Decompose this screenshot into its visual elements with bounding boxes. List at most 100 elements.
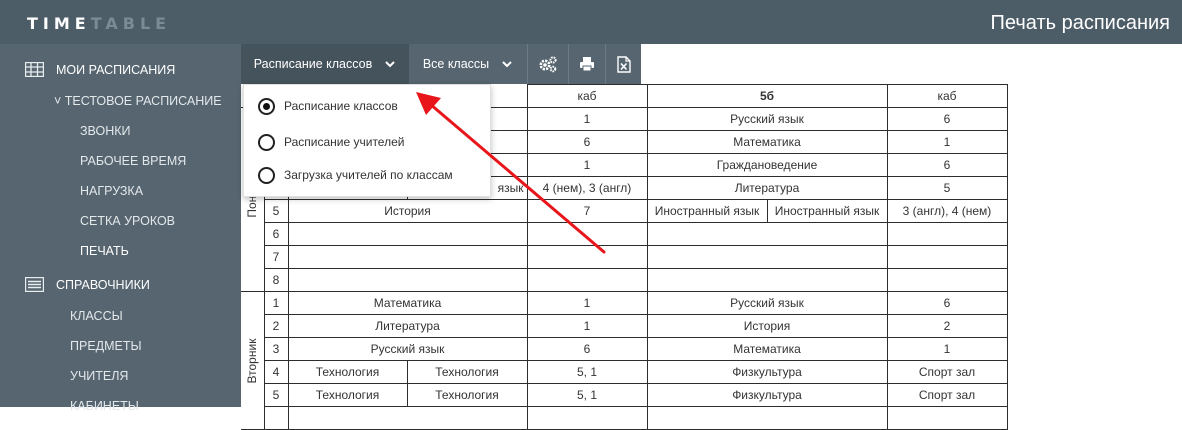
- room-cell: 6: [526, 130, 648, 154]
- subject-cell: Технология: [287, 360, 408, 384]
- sidebar-item-bells[interactable]: ЗВОНКИ: [80, 124, 131, 150]
- subject-cell: Русский язык: [646, 291, 888, 315]
- table-row: Вторник 1 Математика 1 Русский язык 6: [241, 291, 1008, 430]
- radio-icon[interactable]: [258, 133, 275, 151]
- chevron-down-icon: [502, 61, 512, 68]
- room-cell: 5, 1: [526, 383, 648, 407]
- export-excel-button[interactable]: [606, 44, 641, 84]
- subject-cell: Русский язык: [287, 337, 528, 361]
- menu-option-class-schedule[interactable]: Расписание классов: [258, 95, 398, 117]
- sidebar-item-teachers[interactable]: УЧИТЕЛЯ: [70, 369, 128, 395]
- room-cell: 6: [886, 153, 1008, 177]
- sidebar-item-print[interactable]: ПЕЧАТЬ: [80, 244, 129, 270]
- room-cell: 1: [886, 130, 1008, 154]
- view-type-label: Расписание классов: [253, 57, 373, 71]
- room-cell: 6: [886, 107, 1008, 131]
- lesson-number: 5: [263, 383, 289, 407]
- subject-cell: Математика: [287, 291, 528, 315]
- sidebar-section-label: СПРАВОЧНИКИ: [56, 278, 150, 292]
- subject-cell: Иностранный язык: [766, 199, 888, 223]
- table-row: 8: [241, 268, 1008, 292]
- logo-text-dim: TABLE: [90, 14, 172, 33]
- table-row: 3 Русский язык 6 Математика 1: [241, 337, 1008, 361]
- subject-cell: Граждановедение: [646, 153, 888, 177]
- sidebar-section-references[interactable]: СПРАВОЧНИКИ: [0, 270, 241, 300]
- print-button[interactable]: [569, 44, 605, 84]
- sidebar-item-test-schedule[interactable]: ˅ ТЕСТОВОЕ РАСПИСАНИЕ: [54, 94, 222, 120]
- subject-cell: Технология: [287, 383, 408, 407]
- menu-option-teacher-schedule[interactable]: Расписание учителей: [258, 131, 404, 153]
- subject-cell: История: [287, 199, 528, 223]
- page-title: Печать расписания: [990, 12, 1171, 34]
- sidebar-item-rooms[interactable]: КАБИНЕТЫ: [70, 399, 139, 425]
- menu-option-label: Расписание классов: [284, 99, 398, 113]
- excel-file-icon: [616, 55, 631, 73]
- table-row: 2 Литература 1 История 2: [241, 314, 1008, 338]
- settings-button[interactable]: [528, 44, 568, 84]
- chevron-down-icon: [385, 61, 395, 68]
- radio-icon[interactable]: [258, 166, 275, 184]
- class-filter-dropdown[interactable]: Все классы: [409, 44, 527, 84]
- room-cell: 1: [886, 337, 1008, 361]
- sidebar-section-label: МОИ РАСПИСАНИЯ: [56, 63, 176, 77]
- subject-cell: Технология: [406, 383, 528, 407]
- lesson-number: 3: [263, 337, 289, 361]
- subject-cell: Технология: [406, 360, 528, 384]
- room-cell: 1: [526, 107, 648, 131]
- room-cell: 2: [886, 314, 1008, 338]
- class-filter-label: Все классы: [422, 57, 490, 71]
- table-row: 7: [241, 245, 1008, 269]
- sidebar-item-load[interactable]: НАГРУЗКА: [80, 184, 143, 210]
- table-row: 6: [241, 222, 1008, 246]
- lesson-number: 4: [263, 360, 289, 384]
- table-row: 5 История 7 Иностранный язык Иностранный…: [241, 199, 1008, 223]
- lesson-number: 5: [263, 199, 289, 223]
- app-logo[interactable]: TIMETABLE: [27, 14, 171, 33]
- sidebar-item-working-time[interactable]: РАБОЧЕЕ ВРЕМЯ: [80, 154, 186, 180]
- print-toolbar: Расписание классов Все классы: [241, 44, 1182, 84]
- subject-cell: Физкультура: [646, 383, 888, 407]
- sidebar-section-my-schedules[interactable]: МОИ РАСПИСАНИЯ: [0, 55, 241, 85]
- room-cell: 3 (англ), 4 (нем): [886, 199, 1008, 223]
- room-cell: Спорт зал: [886, 360, 1008, 384]
- lesson-number: 7: [263, 245, 289, 269]
- gears-icon: [539, 56, 557, 73]
- room-cell: 6: [526, 337, 648, 361]
- radio-selected-icon[interactable]: [258, 97, 275, 115]
- room-cell: 5: [886, 176, 1008, 200]
- menu-option-label: Загрузка учителей по классам: [284, 168, 453, 182]
- lesson-number: 6: [263, 222, 289, 246]
- subject-cell: История: [646, 314, 888, 338]
- subject-cell: Литература: [646, 176, 888, 200]
- sidebar: МОИ РАСПИСАНИЯ ˅ ТЕСТОВОЕ РАСПИСАНИЕ ЗВО…: [0, 44, 241, 413]
- room-cell: 1: [526, 153, 648, 177]
- subject-cell: Иностранный язык: [646, 199, 768, 223]
- room-cell: 4 (нем), 3 (англ): [526, 176, 648, 200]
- lesson-number: 2: [263, 314, 289, 338]
- menu-option-label: Расписание учителей: [284, 135, 405, 149]
- room-cell: Спорт зал: [886, 383, 1008, 407]
- table-row: 5 Технология Технология 5, 1 Физкультура…: [241, 383, 1008, 407]
- logo-text-bright: TIME: [27, 14, 91, 33]
- printer-icon: [580, 57, 594, 72]
- menu-option-teacher-load[interactable]: Загрузка учителей по классам: [258, 164, 453, 186]
- lesson-number: 8: [263, 268, 289, 292]
- day-label-cell: Вторник: [241, 291, 265, 430]
- table-header-class-name: 5б: [646, 84, 888, 108]
- table-header-cell: каб: [526, 84, 648, 108]
- subject-cell: Математика: [646, 337, 888, 361]
- room-cell: 1: [526, 291, 648, 315]
- room-cell: 7: [526, 199, 648, 223]
- sidebar-item-subjects[interactable]: ПРЕДМЕТЫ: [70, 339, 142, 365]
- table-row: 4 Технология Технология 5, 1 Физкультура…: [241, 360, 1008, 384]
- day-label: Вторник: [245, 338, 260, 383]
- lesson-number: 1: [263, 291, 289, 315]
- sidebar-item-lesson-grid[interactable]: СЕТКА УРОКОВ: [80, 214, 175, 240]
- sidebar-item-classes[interactable]: КЛАССЫ: [70, 309, 123, 335]
- table-header-cell: каб: [886, 84, 1008, 108]
- room-cell: 1: [526, 314, 648, 338]
- view-type-dropdown[interactable]: Расписание классов: [241, 44, 409, 84]
- view-type-menu: Расписание классов Расписание учителей З…: [243, 84, 491, 197]
- room-cell: 5, 1: [526, 360, 648, 384]
- subject-cell: Русский язык: [646, 107, 888, 131]
